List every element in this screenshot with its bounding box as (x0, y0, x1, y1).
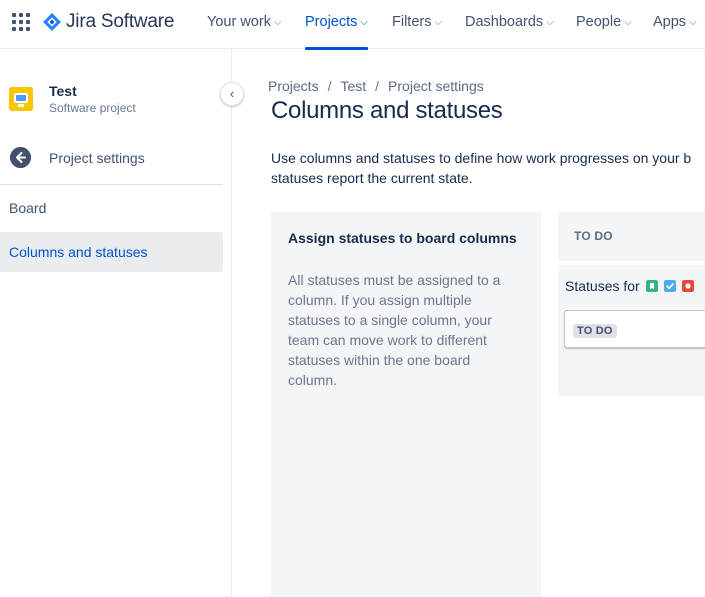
info-panel: Assign statuses to board columns All sta… (271, 212, 541, 597)
column-divider (558, 261, 705, 265)
sidebar-section-board[interactable]: Board (9, 200, 46, 216)
nav-people[interactable]: People ⌵ (576, 0, 632, 49)
chevron-down-icon: ⌵ (624, 17, 632, 28)
page-description: Use columns and statuses to define how w… (271, 148, 705, 188)
nav-your-work[interactable]: Your work ⌵ (207, 0, 282, 49)
product-name: Jira Software (66, 11, 175, 32)
info-panel-body: All statuses must be assigned to a colum… (288, 272, 501, 388)
status-lozenge: TO DO (573, 324, 617, 338)
description-line: statuses report the current state. (271, 170, 473, 186)
project-avatar[interactable] (9, 87, 33, 111)
back-to-project-settings[interactable]: Project settings (0, 144, 231, 174)
arrow-left-icon (10, 147, 31, 168)
column-header[interactable]: TO DO (574, 229, 613, 243)
info-panel-title: Assign statuses to board columns (288, 230, 517, 246)
breadcrumb-separator: / (375, 78, 380, 94)
chevron-down-icon: ⌵ (273, 17, 282, 28)
nav-label: Dashboards (465, 14, 544, 30)
project-sidebar: Test Software project Project settings B… (0, 49, 232, 597)
nav-projects[interactable]: Projects ⌵ (305, 0, 368, 50)
breadcrumb-project-settings[interactable]: Project settings (388, 78, 484, 94)
app-switcher-icon[interactable] (12, 13, 30, 31)
nav-apps[interactable]: Apps ⌵ (653, 0, 697, 49)
chevron-left-icon: ‹ (229, 86, 235, 101)
story-icon (645, 280, 658, 292)
statuses-for-label: Statuses for (565, 278, 640, 294)
nav-label: Projects (305, 14, 358, 30)
sidebar-item-label: Columns and statuses (9, 244, 148, 260)
breadcrumb-separator: / (327, 78, 332, 94)
sidebar-divider (0, 184, 223, 185)
chevron-down-icon: ⌵ (360, 17, 368, 28)
nav-filters[interactable]: Filters ⌵ (392, 0, 442, 49)
chevron-down-icon: ⌵ (689, 17, 697, 28)
bug-icon (681, 280, 694, 292)
jira-logo[interactable]: Jira Software (43, 11, 174, 33)
sidebar-item-columns-and-statuses[interactable]: Columns and statuses (0, 232, 223, 272)
breadcrumb-test[interactable]: Test (340, 78, 366, 94)
project-name: Test (49, 83, 77, 99)
description-line: Use columns and statuses to define how w… (271, 150, 692, 166)
collapse-sidebar-button[interactable]: ‹ (220, 82, 244, 106)
nav-label: People (576, 14, 622, 30)
page-title: Columns and statuses (271, 97, 503, 124)
board-column-card[interactable]: TO DO Statuses for TO DO (558, 212, 705, 396)
project-type: Software project (49, 101, 136, 115)
chevron-down-icon: ⌵ (546, 17, 554, 28)
statuses-for-row: Statuses for (565, 278, 694, 294)
status-card-to-do[interactable]: TO DO (564, 310, 705, 348)
nav-label: Filters (392, 14, 432, 30)
task-icon (663, 280, 676, 292)
chevron-down-icon: ⌵ (434, 17, 443, 28)
breadcrumb: Projects / Test / Project settings (268, 78, 484, 94)
breadcrumb-projects[interactable]: Projects (268, 78, 319, 94)
jira-diamond-icon (43, 13, 61, 31)
nav-label: Apps (653, 14, 687, 30)
nav-label: Your work (207, 14, 271, 30)
back-label: Project settings (49, 150, 145, 166)
nav-dashboards[interactable]: Dashboards ⌵ (465, 0, 554, 49)
top-navigation: Jira Software Your work ⌵ Projects ⌵ Filte… (0, 0, 705, 50)
